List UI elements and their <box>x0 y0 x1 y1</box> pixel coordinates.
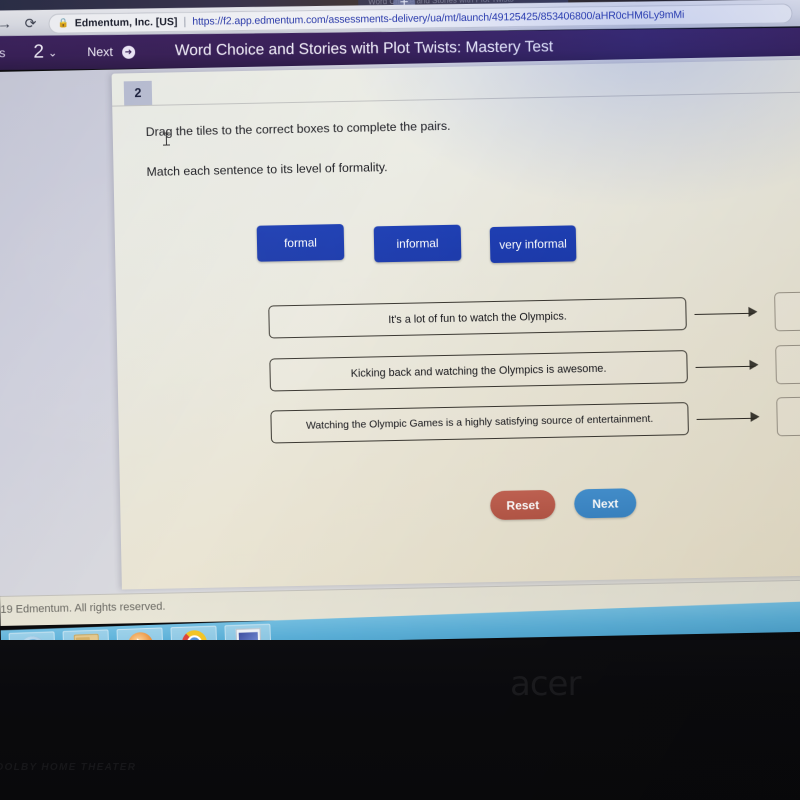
laptop-bezel: acer DOLBY HOME THEATER <box>0 640 800 800</box>
lock-icon: 🔒 <box>57 17 69 28</box>
chevron-down-icon[interactable]: ⌄ <box>48 46 57 59</box>
drop-target[interactable] <box>775 343 800 385</box>
tile-very-informal[interactable]: very informal <box>489 225 577 264</box>
photo-of-laptop-screen: Word Choice and Stories with Plot Twists… <box>0 0 800 800</box>
tile-formal[interactable]: formal <box>256 223 345 262</box>
pair-list: It's a lot of fun to watch the Olympics.… <box>268 290 800 444</box>
pair-row: Kicking back and watching the Olympics i… <box>269 343 800 396</box>
text-cursor-icon <box>165 132 168 146</box>
sentence-box: It's a lot of fun to watch the Olympics. <box>268 297 687 339</box>
reload-icon[interactable]: ⟳ <box>20 15 40 32</box>
forward-arrow-icon[interactable]: → <box>0 15 15 32</box>
arrow-right-icon <box>695 359 767 374</box>
copyright-text: 019 Edmentum. All rights reserved. <box>0 600 166 617</box>
sentence-box: Watching the Olympic Games is a highly s… <box>270 402 689 444</box>
pair-row: It's a lot of fun to watch the Olympics. <box>268 290 800 343</box>
reset-button[interactable]: Reset <box>490 489 556 521</box>
brand-logo: acer <box>510 664 581 704</box>
previous-button[interactable]: revious <box>0 46 6 60</box>
question-number-selector[interactable]: 2 <box>33 42 44 64</box>
url-text: https://f2.app.edmentum.com/assessments-… <box>192 8 685 28</box>
question-number-badge: 2 <box>123 80 153 106</box>
arrow-right-icon <box>696 411 768 426</box>
tab-divider <box>112 91 800 107</box>
audio-brand-label: DOLBY HOME THEATER <box>0 762 137 773</box>
arrow-right-icon <box>694 306 766 321</box>
instruction-primary: Drag the tiles to the correct boxes to c… <box>145 118 451 139</box>
drop-target[interactable] <box>774 290 800 332</box>
next-nav-button[interactable]: Next <box>87 45 113 59</box>
tile-informal[interactable]: informal <box>373 224 462 263</box>
sentence-box: Kicking back and watching the Olympics i… <box>269 350 688 392</box>
laptop-display: Word Choice and Stories with Plot Twists… <box>0 0 800 648</box>
instruction-secondary: Match each sentence to its level of form… <box>146 160 388 179</box>
address-separator: | <box>183 15 187 28</box>
question-card: 2 Drag the tiles to the correct boxes to… <box>111 59 800 590</box>
next-button[interactable]: Next <box>573 488 637 519</box>
drop-target[interactable] <box>776 395 800 437</box>
next-arrow-icon[interactable]: ➜ <box>121 45 136 59</box>
assessment-title: Word Choice and Stories with Plot Twists… <box>174 38 554 60</box>
pair-row: Watching the Olympic Games is a highly s… <box>270 395 800 448</box>
site-identity-label: Edmentum, Inc. [US] <box>74 15 178 29</box>
